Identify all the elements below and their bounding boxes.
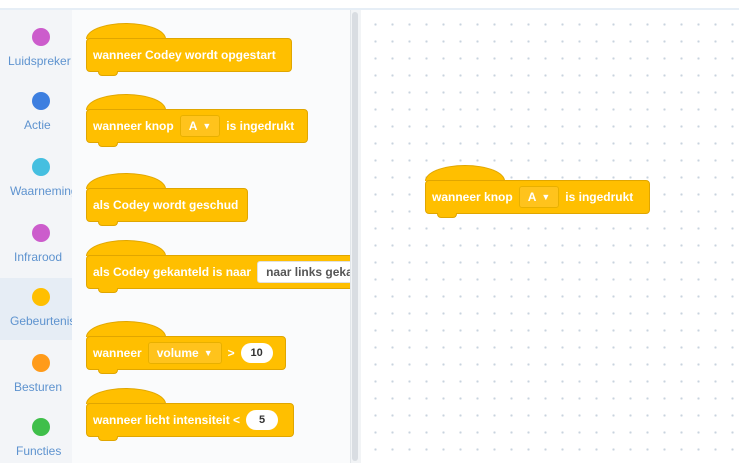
category-gebeurtenissen[interactable]: Gebeurtenissen [0, 278, 72, 340]
block-light-intensity[interactable]: wanneer licht intensiteit < 5 [86, 403, 294, 437]
block-label: is ingedrukt [226, 119, 295, 133]
category-label: Luidspreker [8, 54, 71, 68]
block-hat [86, 173, 166, 189]
circle-icon [32, 224, 50, 242]
dropdown-value: volume [156, 346, 199, 360]
block-notch [98, 221, 118, 226]
circle-icon [32, 92, 50, 110]
block-label: is ingedrukt [565, 190, 634, 204]
block-volume[interactable]: wanneer volume ▼ > 10 [86, 336, 286, 370]
category-label: Waarneming [10, 184, 72, 198]
block-label: wanneer licht intensiteit < [93, 413, 241, 427]
category-actie[interactable]: Actie [0, 82, 72, 144]
block-label: wanneer knop [432, 190, 513, 204]
category-besturen[interactable]: Besturen [0, 344, 72, 406]
dropdown-value: A [527, 190, 537, 204]
category-infrarood[interactable]: Infrarood [0, 214, 72, 276]
block-hat [86, 240, 166, 256]
block-notch [98, 369, 118, 374]
category-label: Functies [16, 444, 62, 458]
block-codey-start[interactable]: wanneer Codey wordt opgestart [86, 38, 292, 72]
button-dropdown[interactable]: A ▼ [179, 115, 221, 137]
circle-icon [32, 158, 50, 176]
category-sidebar: Luidspreker Actie Waarneming Infrarood G… [0, 10, 73, 463]
light-value-input[interactable]: 5 [246, 410, 279, 430]
category-waarneming[interactable]: Waarneming [0, 148, 72, 210]
block-notch [437, 213, 457, 218]
block-hat [86, 321, 166, 337]
block-hat [86, 388, 166, 404]
caret-down-icon: ▼ [202, 121, 212, 131]
block-codey-shaken[interactable]: als Codey wordt geschud [86, 188, 248, 222]
category-label: Gebeurtenissen [10, 314, 72, 328]
caret-down-icon: ▼ [541, 192, 551, 202]
block-hat [425, 165, 505, 181]
category-luidspreker[interactable]: Luidspreker [0, 18, 72, 80]
operator-label: > [227, 346, 235, 360]
tilt-dropdown[interactable]: naar links gekanteld [257, 261, 350, 283]
block-palette: wanneer Codey wordt opgestart wanneer kn… [72, 10, 350, 463]
palette-scrollbar-thumb[interactable] [352, 12, 358, 461]
block-notch [98, 288, 118, 293]
block-label: als Codey wordt geschud [93, 198, 239, 212]
block-hat [86, 23, 166, 39]
workspace-block-button-pressed[interactable]: wanneer knop A ▼ is ingedrukt [425, 180, 650, 214]
block-button-pressed[interactable]: wanneer knop A ▼ is ingedrukt [86, 109, 308, 143]
circle-icon [32, 354, 50, 372]
category-label: Besturen [14, 380, 63, 394]
sensor-dropdown[interactable]: volume ▼ [147, 342, 222, 364]
block-label: als Codey gekanteld is naar [93, 265, 252, 279]
top-border [0, 0, 739, 10]
block-codey-tilted[interactable]: als Codey gekanteld is naar naar links g… [86, 255, 350, 289]
dropdown-value: A [188, 119, 198, 133]
dropdown-value: naar links gekanteld [266, 265, 350, 279]
block-notch [98, 142, 118, 147]
caret-down-icon: ▼ [203, 348, 213, 358]
circle-icon [32, 418, 50, 436]
block-label: wanneer knop [93, 119, 174, 133]
volume-value-input[interactable]: 10 [240, 343, 273, 363]
category-label: Infrarood [14, 250, 63, 264]
code-workspace[interactable]: wanneer knop A ▼ is ingedrukt [361, 10, 739, 463]
block-hat [86, 94, 166, 110]
block-label: wanneer Codey wordt opgestart [93, 48, 276, 62]
circle-icon [32, 28, 50, 46]
block-notch [98, 71, 118, 76]
category-label: Actie [24, 118, 51, 132]
button-dropdown[interactable]: A ▼ [518, 186, 560, 208]
category-functies[interactable]: Functies [0, 408, 72, 470]
block-label: wanneer [93, 346, 142, 360]
circle-icon [32, 288, 50, 306]
block-notch [98, 436, 118, 441]
